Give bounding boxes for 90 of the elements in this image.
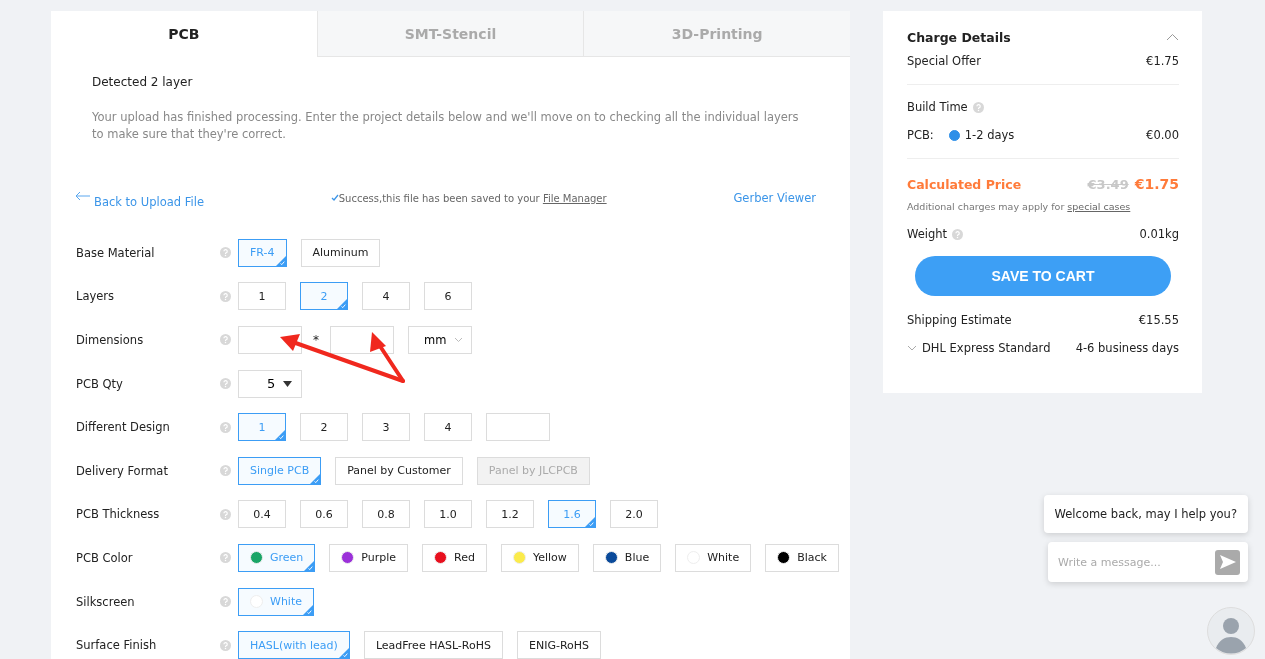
option-button[interactable]: LeadFree HASL-RoHS bbox=[363, 631, 503, 659]
special-offer-price: €1.75 bbox=[1146, 54, 1179, 68]
help-icon[interactable] bbox=[220, 421, 231, 433]
shipping-carrier: DHL Express Standard bbox=[922, 341, 1051, 355]
option-button[interactable]: 6 bbox=[424, 282, 472, 311]
option-button[interactable]: 2 bbox=[300, 413, 348, 442]
help-icon[interactable] bbox=[220, 596, 231, 608]
unit-dropdown[interactable]: mm bbox=[408, 326, 472, 354]
option-button[interactable]: 3 bbox=[362, 413, 410, 442]
field-label: Different Design bbox=[76, 420, 171, 435]
field-label: PCB Qty bbox=[76, 376, 124, 391]
option-button[interactable]: 1 bbox=[238, 282, 286, 311]
custom-quantity-field[interactable] bbox=[486, 413, 550, 442]
quantity-dropdown[interactable]: 5 bbox=[238, 369, 302, 398]
weight-value: 0.01kg bbox=[1139, 227, 1179, 241]
help-icon[interactable] bbox=[220, 552, 231, 564]
caret-down-icon bbox=[283, 380, 293, 387]
selected-check-icon bbox=[275, 255, 286, 266]
option-button[interactable]: 0.8 bbox=[362, 500, 410, 529]
option-button[interactable]: Panel by Customer bbox=[335, 456, 463, 485]
field-label: Base Material bbox=[76, 245, 156, 260]
option-button[interactable]: Black bbox=[765, 543, 839, 572]
option-button[interactable]: 4 bbox=[424, 413, 472, 442]
special-cases-link[interactable]: special cases bbox=[1067, 201, 1131, 212]
file-manager-link[interactable]: File Manager bbox=[542, 192, 607, 204]
width-field[interactable] bbox=[330, 326, 394, 354]
avatar-icon[interactable] bbox=[1207, 607, 1255, 655]
help-icon[interactable] bbox=[220, 334, 231, 346]
chevron-down-icon bbox=[454, 337, 464, 343]
help-icon[interactable] bbox=[220, 508, 231, 520]
field-label: PCB Thickness bbox=[76, 507, 161, 522]
help-icon[interactable] bbox=[220, 290, 231, 302]
chevron-down-icon[interactable] bbox=[907, 345, 917, 351]
build-time-price: €0.00 bbox=[1146, 128, 1179, 142]
shipping-estimate-label: Shipping Estimate bbox=[907, 313, 1012, 327]
option-button[interactable]: 2.0 bbox=[610, 500, 658, 529]
check-icon bbox=[330, 193, 339, 202]
radio-button[interactable] bbox=[948, 129, 960, 141]
option-button[interactable]: 1.0 bbox=[424, 500, 472, 529]
help-icon[interactable] bbox=[220, 465, 231, 477]
option-button[interactable]: ENIG-RoHS bbox=[516, 631, 602, 659]
selected-check-icon bbox=[304, 560, 315, 571]
success-message: Success,this file has been saved to your File Manager bbox=[330, 192, 607, 204]
field-label: Layers bbox=[76, 289, 116, 304]
card-title: Charge Details bbox=[907, 29, 1011, 45]
help-icon[interactable] bbox=[952, 228, 964, 240]
times-sign: * bbox=[313, 333, 319, 347]
pcb-label: PCB: bbox=[907, 128, 934, 142]
option-button[interactable]: 4 bbox=[362, 282, 410, 311]
option-button[interactable]: Purple bbox=[329, 543, 409, 572]
charges-note: Additional charges may apply for special cases bbox=[907, 201, 1132, 212]
selected-check-icon bbox=[310, 473, 321, 484]
discounted-price: €1.75 bbox=[1134, 176, 1179, 192]
option-button[interactable]: Yellow bbox=[500, 543, 579, 572]
help-icon[interactable] bbox=[220, 639, 231, 651]
send-button[interactable] bbox=[1215, 549, 1240, 575]
option-button[interactable]: 0.6 bbox=[300, 500, 348, 529]
arrow-left-icon bbox=[75, 191, 91, 201]
help-icon[interactable] bbox=[220, 247, 231, 259]
option-button[interactable]: 1.2 bbox=[486, 500, 534, 529]
upload-message: Your upload has finished processing. Enter the project details below and we'll move on to checking all the individual layers to make sure that they're correct. bbox=[92, 109, 800, 143]
send-icon bbox=[1219, 555, 1236, 569]
field-label: Dimensions bbox=[76, 333, 145, 347]
calculated-price-label: Calculated Price bbox=[907, 176, 1022, 192]
collapse-icon[interactable] bbox=[1166, 33, 1179, 41]
option-button[interactable]: White bbox=[675, 543, 752, 572]
build-time-label: Build Time bbox=[907, 100, 968, 114]
length-field[interactable] bbox=[238, 326, 302, 354]
selected-check-icon bbox=[585, 517, 595, 528]
build-time-option: 1-2 days bbox=[964, 128, 1015, 142]
selected-check-icon bbox=[337, 299, 347, 310]
field-label: Silkscreen bbox=[76, 594, 136, 609]
help-icon[interactable] bbox=[972, 101, 984, 113]
option-button[interactable]: Red bbox=[422, 543, 487, 572]
selected-check-icon bbox=[275, 430, 285, 441]
message-box[interactable]: Write a message... bbox=[1048, 542, 1248, 582]
field-label: PCB Color bbox=[76, 550, 134, 565]
special-offer-label: Special Offer bbox=[907, 54, 981, 68]
weight-label: Weight bbox=[907, 227, 948, 241]
delivery-time: 4-6 business days bbox=[1075, 341, 1179, 355]
detected-layers-text: Detected 2 layer bbox=[92, 75, 194, 89]
option-button[interactable]: 0.4 bbox=[238, 500, 286, 529]
field-label: Delivery Format bbox=[76, 463, 169, 478]
field-label: Surface Finish bbox=[76, 638, 158, 653]
shipping-price: €15.55 bbox=[1138, 313, 1179, 327]
option-button[interactable]: Aluminum bbox=[300, 238, 381, 267]
chat-greeting: Welcome back, may I help you? bbox=[1043, 495, 1248, 533]
option-button[interactable]: Blue bbox=[592, 543, 662, 572]
help-icon[interactable] bbox=[220, 378, 231, 390]
selected-check-icon bbox=[303, 604, 313, 615]
